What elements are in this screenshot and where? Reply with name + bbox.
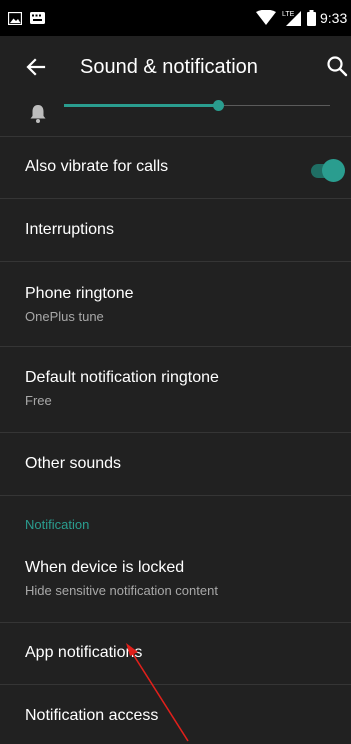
default-notification-ringtone-row[interactable]: Default notification ringtone Free <box>0 347 351 433</box>
when-device-locked-value: Hide sensitive notification content <box>25 583 218 598</box>
notification-access-label: Notification access <box>25 707 159 724</box>
ringer-volume-row <box>0 98 351 137</box>
battery-icon <box>307 10 316 26</box>
status-bar: LTE 9:33 <box>0 0 351 36</box>
also-vibrate-label: Also vibrate for calls <box>25 158 169 175</box>
slider-thumb[interactable] <box>213 100 224 111</box>
signal-icon: LTE <box>282 11 301 26</box>
app-bar: Sound & notification <box>0 36 351 98</box>
interruptions-label: Interruptions <box>25 221 114 238</box>
also-vibrate-toggle[interactable] <box>311 159 345 183</box>
phone-ringtone-value: OnePlus tune <box>25 309 104 324</box>
page-title: Sound & notification <box>80 56 258 78</box>
ringer-volume-slider[interactable] <box>64 99 330 113</box>
wifi-icon <box>256 10 276 25</box>
slider-fill <box>64 104 218 107</box>
phone-ringtone-label: Phone ringtone <box>25 285 134 302</box>
search-icon[interactable] <box>326 55 348 77</box>
other-sounds-row[interactable]: Other sounds <box>0 433 351 496</box>
phone-ringtone-row[interactable]: Phone ringtone OnePlus tune <box>0 262 351 347</box>
arrow-left-icon[interactable] <box>24 55 48 79</box>
app-notifications-row[interactable]: App notifications <box>0 623 351 685</box>
when-device-locked-label: When device is locked <box>25 559 185 576</box>
also-vibrate-row[interactable]: Also vibrate for calls <box>0 137 351 199</box>
default-notification-ringtone-label: Default notification ringtone <box>25 369 219 386</box>
keyboard-icon <box>30 12 45 24</box>
toggle-thumb <box>322 159 345 182</box>
app-notifications-label: App notifications <box>25 644 143 661</box>
status-bar-right: LTE 9:33 <box>255 7 351 29</box>
notification-access-row[interactable]: Notification access <box>0 685 351 744</box>
when-device-locked-row[interactable]: When device is locked Hide sensitive not… <box>0 540 351 623</box>
network-type-label: LTE <box>282 11 295 18</box>
bell-icon <box>30 105 46 123</box>
interruptions-row[interactable]: Interruptions <box>0 199 351 262</box>
other-sounds-label: Other sounds <box>25 455 122 472</box>
default-notification-ringtone-value: Free <box>25 393 52 408</box>
notification-section-header: Notification <box>25 517 90 532</box>
image-icon <box>8 11 22 25</box>
status-bar-time: 9:33 <box>320 10 348 26</box>
settings-screen: LTE 9:33 Sound & notification Also vibra… <box>0 0 351 744</box>
status-bar-left <box>8 9 45 27</box>
